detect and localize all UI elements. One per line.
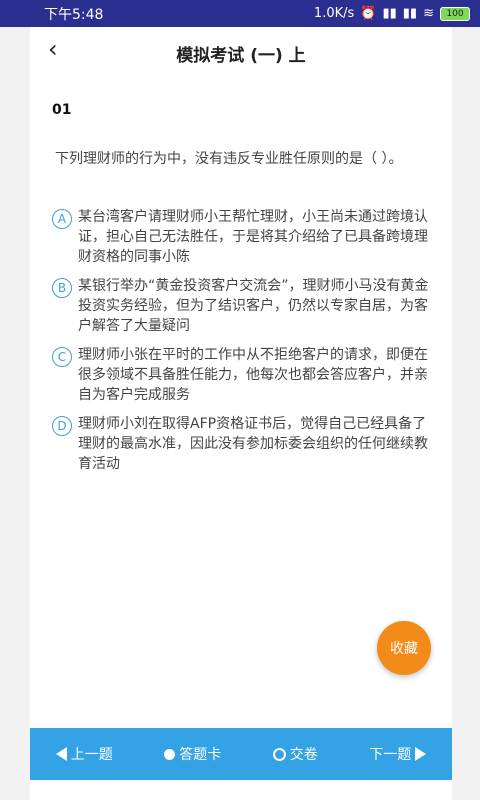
prev-label: 上一题 <box>70 747 113 763</box>
answer-card-label: 答题卡 <box>179 747 222 763</box>
option-text-b: 某银行举办“黄金投资客户交流会”，理财师小马没有黄金投资实务经验，但为了结识客户… <box>78 278 429 334</box>
option-a[interactable]: A 某台湾客户请理财师小王帮忙理财，小王尚未通过跨境认证，担心自己无法胜任，于是… <box>52 207 432 267</box>
collect-button[interactable]: 收藏 <box>377 621 431 675</box>
alarm-icon: ⏰ <box>360 6 377 21</box>
network-speed: 1.0K/s <box>313 6 355 21</box>
option-b[interactable]: B 某银行举办“黄金投资客户交流会”，理财师小马没有黄金投资实务经验，但为了结识… <box>52 276 432 336</box>
status-time: 下午5:48 <box>44 6 104 23</box>
filled-circle-icon <box>164 748 176 760</box>
wifi-icon: ≋ <box>423 6 434 21</box>
status-bar: 下午5:48 1.0K/s ⏰ ▮▮ ▮▮ ≋ 100 <box>0 0 480 27</box>
option-letter-d: D <box>52 416 72 436</box>
option-letter-b: B <box>52 278 72 298</box>
submit-label: 交卷 <box>289 747 318 763</box>
exam-panel: ‹ 模拟考试 (一) 上 01 下列理财师的行为中，没有违反专业胜任原则的是（ … <box>30 27 452 800</box>
question-stem: 下列理财师的行为中，没有违反专业胜任原则的是（ ）。 <box>55 151 403 167</box>
option-text-a: 某台湾客户请理财师小王帮忙理财，小王尚未通过跨境认证，担心自己无法胜任，于是将其… <box>78 209 428 265</box>
status-indicators: 1.0K/s ⏰ ▮▮ ▮▮ ≋ 100 <box>314 6 470 21</box>
option-d[interactable]: D 理财师小刘在取得AFP资格证书后，觉得自己已经具备了理财的最高水准，因此没有… <box>52 414 432 474</box>
answer-card-button[interactable]: 答题卡 <box>164 744 221 764</box>
bottom-nav: 上一题 答题卡 交卷 下一题 <box>30 728 452 780</box>
submit-button[interactable]: 交卷 <box>272 744 318 764</box>
option-text-c: 理财师小张在平时的工作中从不拒绝客户的请求，即便在很多领域不具备胜任能力，他每次… <box>78 347 428 403</box>
arrow-right-icon <box>415 747 427 761</box>
question-number: 01 <box>52 102 72 118</box>
hollow-circle-icon <box>272 747 286 761</box>
page-title: 模拟考试 (一) 上 <box>176 46 306 66</box>
signal-icon-2: ▮▮ <box>402 6 418 21</box>
signal-icon: ▮▮ <box>382 6 397 21</box>
arrow-left-icon <box>55 747 67 761</box>
prev-question-button[interactable]: 上一题 <box>55 744 113 764</box>
option-c[interactable]: C 理财师小张在平时的工作中从不拒绝客户的请求，即便在很多领域不具备胜任能力，他… <box>52 345 432 405</box>
next-label: 下一题 <box>369 747 412 763</box>
option-letter-a: A <box>52 209 72 229</box>
header: ‹ 模拟考试 (一) 上 <box>30 27 452 79</box>
next-question-button[interactable]: 下一题 <box>369 744 427 764</box>
option-text-d: 理财师小刘在取得AFP资格证书后，觉得自己已经具备了理财的最高水准，因此没有参加… <box>78 416 428 472</box>
options-list: A 某台湾客户请理财师小王帮忙理财，小王尚未通过跨境认证，担心自己无法胜任，于是… <box>52 207 432 483</box>
option-letter-c: C <box>52 347 72 367</box>
battery-icon: 100 <box>440 6 470 21</box>
